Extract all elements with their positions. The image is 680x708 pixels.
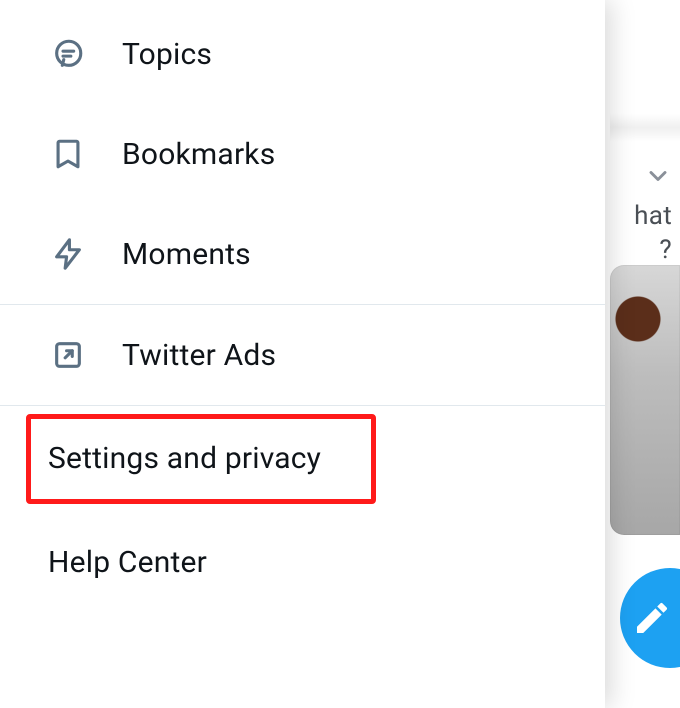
external-link-icon bbox=[50, 337, 86, 373]
nav-item-topics[interactable]: Topics bbox=[0, 4, 605, 104]
nav-item-label: Topics bbox=[122, 37, 212, 72]
navigation-drawer: Topics Bookmarks Moments Twitter Ads Set… bbox=[0, 0, 605, 708]
nav-item-twitter-ads[interactable]: Twitter Ads bbox=[0, 305, 605, 405]
nav-item-bookmarks[interactable]: Bookmarks bbox=[0, 104, 605, 204]
nav-item-help-center[interactable]: Help Center bbox=[0, 510, 605, 614]
nav-item-label: Help Center bbox=[48, 545, 207, 580]
topics-icon bbox=[50, 36, 86, 72]
footer-section: Settings and privacy Help Center bbox=[0, 406, 605, 614]
bookmark-icon bbox=[50, 136, 86, 172]
nav-item-label: Twitter Ads bbox=[122, 338, 276, 373]
chevron-down-icon bbox=[644, 162, 672, 190]
nav-item-label: Settings and privacy bbox=[48, 441, 321, 476]
obscured-text-line-2: ? bbox=[659, 234, 672, 267]
nav-item-label: Bookmarks bbox=[122, 137, 275, 172]
lightning-icon bbox=[50, 236, 86, 272]
nav-item-settings-privacy[interactable]: Settings and privacy bbox=[0, 406, 605, 510]
compose-icon bbox=[632, 598, 672, 638]
obscured-media-thumbnail bbox=[610, 265, 680, 535]
obscured-text-line-1: hat bbox=[634, 200, 672, 233]
nav-item-label: Moments bbox=[122, 237, 251, 272]
nav-item-moments[interactable]: Moments bbox=[0, 204, 605, 304]
